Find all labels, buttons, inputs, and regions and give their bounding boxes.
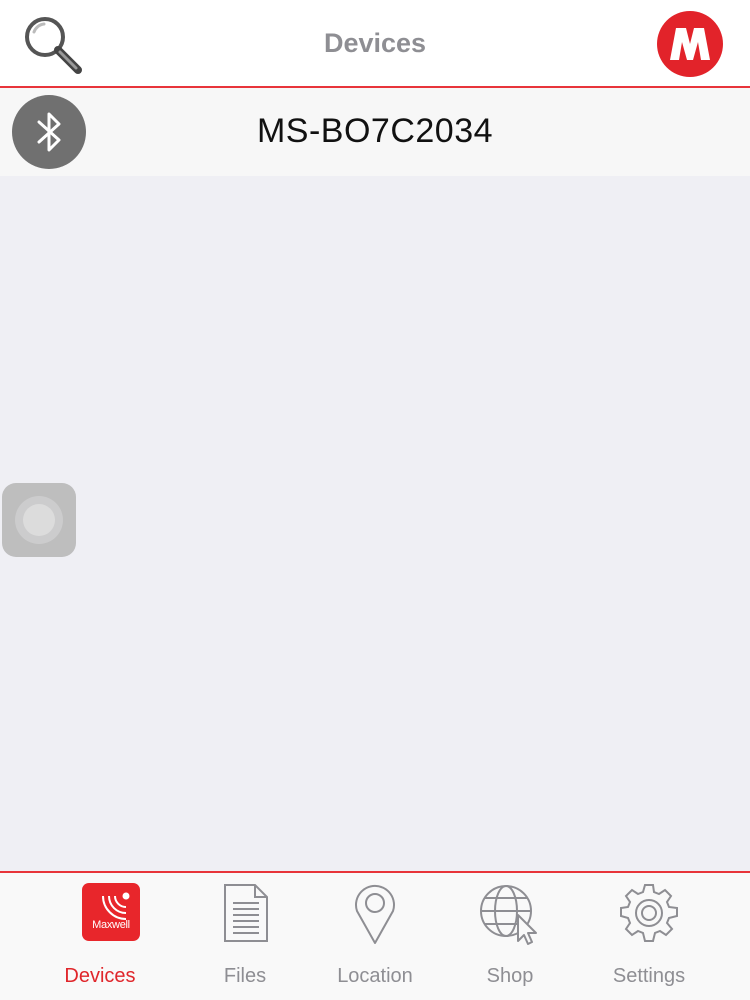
maxwell-logo-button[interactable] xyxy=(656,10,724,78)
assistive-touch-icon[interactable] xyxy=(2,483,76,557)
tab-label: Location xyxy=(337,965,413,987)
tab-label: Devices xyxy=(64,965,136,987)
assistive-touch-center xyxy=(23,504,55,536)
gear-icon xyxy=(617,881,681,945)
document-icon xyxy=(213,881,277,945)
device-list-item[interactable]: MS-BO7C2034 xyxy=(0,88,750,176)
location-pin-icon xyxy=(343,881,407,945)
tab-bar: Maxwell Devices Files Location Shop Sett… xyxy=(0,871,750,1000)
tab-label: Files xyxy=(223,965,267,987)
tab-settings[interactable]: Settings xyxy=(574,873,724,1000)
app-screen: Devices MS-BO7C2034 Maxwell Devices File… xyxy=(0,0,750,1000)
tab-label: Shop xyxy=(486,965,534,987)
tab-location[interactable]: Location xyxy=(300,873,450,1000)
signal-icon xyxy=(102,892,130,920)
maxwell-badge-text: Maxwell xyxy=(92,919,130,931)
device-name: MS-BO7C2034 xyxy=(256,112,494,150)
globe-cursor-icon xyxy=(478,881,542,945)
tab-shop[interactable]: Shop xyxy=(435,873,585,1000)
tab-label: Settings xyxy=(612,965,686,987)
maxwell-logo-icon xyxy=(657,11,723,77)
maxwell-app-icon: Maxwell xyxy=(68,881,140,945)
maxwell-app-badge: Maxwell xyxy=(82,883,140,941)
tab-devices[interactable]: Maxwell Devices xyxy=(25,873,175,1000)
nav-bar: Devices xyxy=(0,0,750,88)
page-title: Devices xyxy=(323,28,427,58)
tab-files[interactable]: Files xyxy=(170,873,320,1000)
